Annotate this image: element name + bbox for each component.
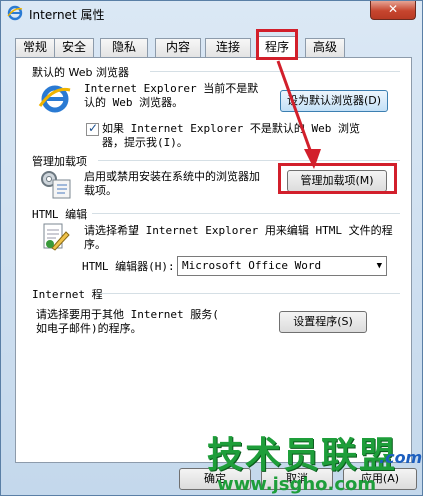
group-divider — [98, 160, 400, 161]
set-default-browser-button[interactable]: 设为默认浏览器(D) — [280, 90, 388, 112]
html-editing-group-title: HTML 编辑 — [32, 208, 88, 221]
default-browser-group-title: 默认的 Web 浏览器 — [32, 66, 129, 79]
programs-panel: 默认的 Web 浏览器 Internet Explorer 当前不是默 认的 W… — [15, 57, 412, 463]
chevron-down-icon: ▼ — [376, 261, 382, 271]
group-divider — [92, 213, 400, 214]
html-editing-text-line2: 序。 — [84, 238, 106, 251]
default-browser-text-line1: Internet Explorer 当前不是默 — [84, 82, 259, 95]
tab-programs[interactable]: 程序 — [258, 36, 296, 59]
default-browser-text-line2: 认的 Web 浏览器。 — [84, 96, 184, 109]
tab-advanced[interactable]: 高级 — [305, 38, 345, 57]
apply-button[interactable]: 应用(A) — [343, 468, 417, 490]
tab-general[interactable]: 常规 — [15, 38, 55, 57]
group-divider — [96, 293, 400, 294]
prompt-default-browser-checkbox[interactable] — [86, 121, 99, 136]
cancel-button[interactable]: 取消 — [261, 468, 333, 490]
tab-security[interactable]: 安全 — [54, 38, 94, 57]
set-programs-button[interactable]: 设置程序(S) — [279, 311, 367, 333]
html-editing-text-line1: 请选择希望 Internet Explorer 用来编辑 HTML 文件的程 — [84, 224, 393, 237]
close-button[interactable]: ✕ — [370, 1, 416, 20]
addons-gear-icon — [41, 171, 71, 199]
internet-programs-group-title: Internet 程 — [32, 288, 103, 301]
prompt-default-browser-label-line1: 如果 Internet Explorer 不是默认的 Web 浏览 — [102, 122, 360, 135]
group-divider — [150, 71, 400, 72]
window-title: Internet 属性 — [29, 8, 105, 22]
tab-privacy[interactable]: 隐私 — [100, 38, 148, 57]
html-editor-select[interactable]: Microsoft Office Word ▼ — [177, 256, 387, 276]
title-bar: Internet 属性 ✕ — [1, 1, 422, 27]
internet-explorer-icon — [38, 85, 71, 113]
prompt-default-browser-label-line2: 器，提示我(I)。 — [102, 136, 188, 149]
html-editor-select-value: Microsoft Office Word — [182, 259, 322, 272]
manage-addons-text-line2: 载项。 — [84, 184, 117, 197]
internet-programs-text-line1: 请选择要用于其他 Internet 服务( — [36, 308, 219, 321]
tab-connections[interactable]: 连接 — [205, 38, 251, 57]
internet-explorer-icon — [7, 5, 23, 21]
html-editor-icon — [43, 223, 70, 251]
tab-content[interactable]: 内容 — [155, 38, 201, 57]
html-editor-select-label: HTML 编辑器(H): — [82, 260, 175, 273]
manage-addons-button[interactable]: 管理加载项(M) — [287, 170, 387, 192]
manage-addons-text-line1: 启用或禁用安装在系统中的浏览器加 — [84, 170, 260, 183]
ok-button[interactable]: 确定 — [179, 468, 251, 490]
internet-programs-text-line2: 如电子邮件)的程序。 — [36, 322, 142, 335]
internet-options-window: Internet 属性 ✕ 常规 安全 隐私 内容 连接 程序 高级 默认的 W… — [0, 0, 423, 496]
manage-addons-group-title: 管理加载项 — [32, 155, 87, 168]
